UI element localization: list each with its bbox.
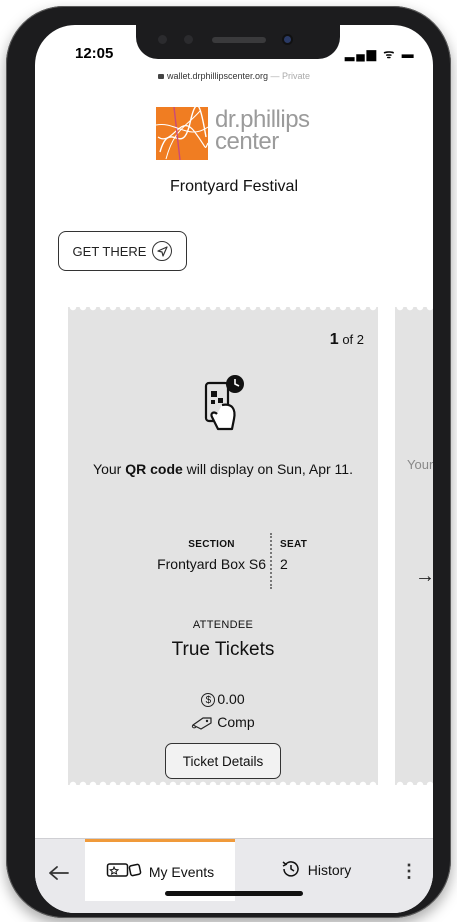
url-bar[interactable]: wallet.drphillipscenter.org — Private <box>35 71 433 81</box>
home-indicator[interactable] <box>165 891 303 896</box>
wifi-icon: ᯤ <box>383 47 397 61</box>
front-camera-icon <box>282 34 293 45</box>
section-value: Frontyard Box S6 <box>157 556 266 572</box>
ticket-index: 1 <box>329 331 339 348</box>
notch <box>136 25 340 59</box>
get-there-button[interactable]: GET THERE <box>58 231 187 271</box>
qr-message-suffix: will display on Sun, Apr 11. <box>182 461 353 477</box>
logo-text: dr.phillips center <box>215 108 310 155</box>
next-ticket-card[interactable]: Your → <box>395 307 433 785</box>
attendee-label: ATTENDEE <box>192 619 254 631</box>
ticket-edge-bottom <box>395 779 433 785</box>
bottom-tab-bar: My Events History ⋮ <box>35 838 433 913</box>
seat-info: SECTION Frontyard Box S6 SEAT 2 <box>68 527 378 597</box>
price-value: 0.00 <box>217 691 245 707</box>
history-clock-icon <box>281 859 301 882</box>
back-icon[interactable] <box>43 859 75 887</box>
attendee-name: True Tickets <box>171 639 275 660</box>
ticket-details-button[interactable]: Ticket Details <box>165 743 281 779</box>
ticket-type: Comp <box>68 714 378 730</box>
logo-line2: center <box>215 128 279 155</box>
qr-display-message: Your QR code will display on Sun, Apr 11… <box>80 459 366 480</box>
lock-icon <box>157 74 164 79</box>
status-time: 12:05 <box>75 45 114 62</box>
tab-my-events-label: My Events <box>148 863 215 880</box>
private-label: — Private <box>270 71 311 81</box>
url-text: wallet.drphillipscenter.org <box>166 71 269 81</box>
ticket-type-value: Comp <box>217 714 255 730</box>
tickets-icon <box>106 861 142 882</box>
ticket-card[interactable]: 1 of 2 Your QR code will display on Sun,… <box>68 307 378 785</box>
ticket-edge-bottom <box>68 779 378 785</box>
speaker-grille <box>212 37 266 43</box>
get-there-label: GET THERE <box>72 243 147 259</box>
screen: 12:05 ▂▄▆ ᯤ ▬ wallet.drphillipscenter.or… <box>35 25 433 913</box>
qr-message-bold: QR code <box>125 461 183 477</box>
event-title: Frontyard Festival <box>169 178 299 195</box>
tab-history-label: History <box>307 862 352 878</box>
seat-value: 2 <box>280 556 288 572</box>
sensor-dot <box>158 35 167 44</box>
next-arrow-icon[interactable]: → <box>415 565 433 588</box>
phone-qr-clock-icon <box>198 373 248 433</box>
qr-message-prefix: Your <box>93 461 126 477</box>
more-options-icon[interactable]: ⋮ <box>397 857 421 885</box>
navigation-arrow-icon <box>152 241 173 261</box>
section-label: SECTION <box>188 539 235 550</box>
section-column: SECTION Frontyard Box S6 <box>157 539 266 572</box>
next-ticket-text: Your <box>407 457 433 472</box>
dollar-icon: $ <box>201 693 216 708</box>
ticket-total: of 2 <box>342 332 364 347</box>
ticket-counter: 1 of 2 <box>330 331 364 349</box>
status-icons: ▂▄▆ ᯤ ▬ <box>345 45 416 62</box>
brand-logo: dr.phillips center <box>155 105 316 163</box>
phone-frame: 12:05 ▂▄▆ ᯤ ▬ wallet.drphillipscenter.or… <box>6 6 451 918</box>
seat-divider <box>270 533 272 589</box>
ticket-edge-top <box>68 307 378 313</box>
ticket-tag-icon <box>191 714 217 730</box>
battery-icon: ▬ <box>401 47 416 61</box>
logo-mark <box>155 105 209 161</box>
sensor-dot <box>184 35 193 44</box>
seat-label: SEAT <box>280 539 308 550</box>
seat-column: SEAT 2 <box>280 539 307 572</box>
signal-icon: ▂▄▆ <box>345 47 378 61</box>
ticket-edge-top <box>395 307 433 313</box>
ticket-price: $0.00 <box>68 691 378 708</box>
